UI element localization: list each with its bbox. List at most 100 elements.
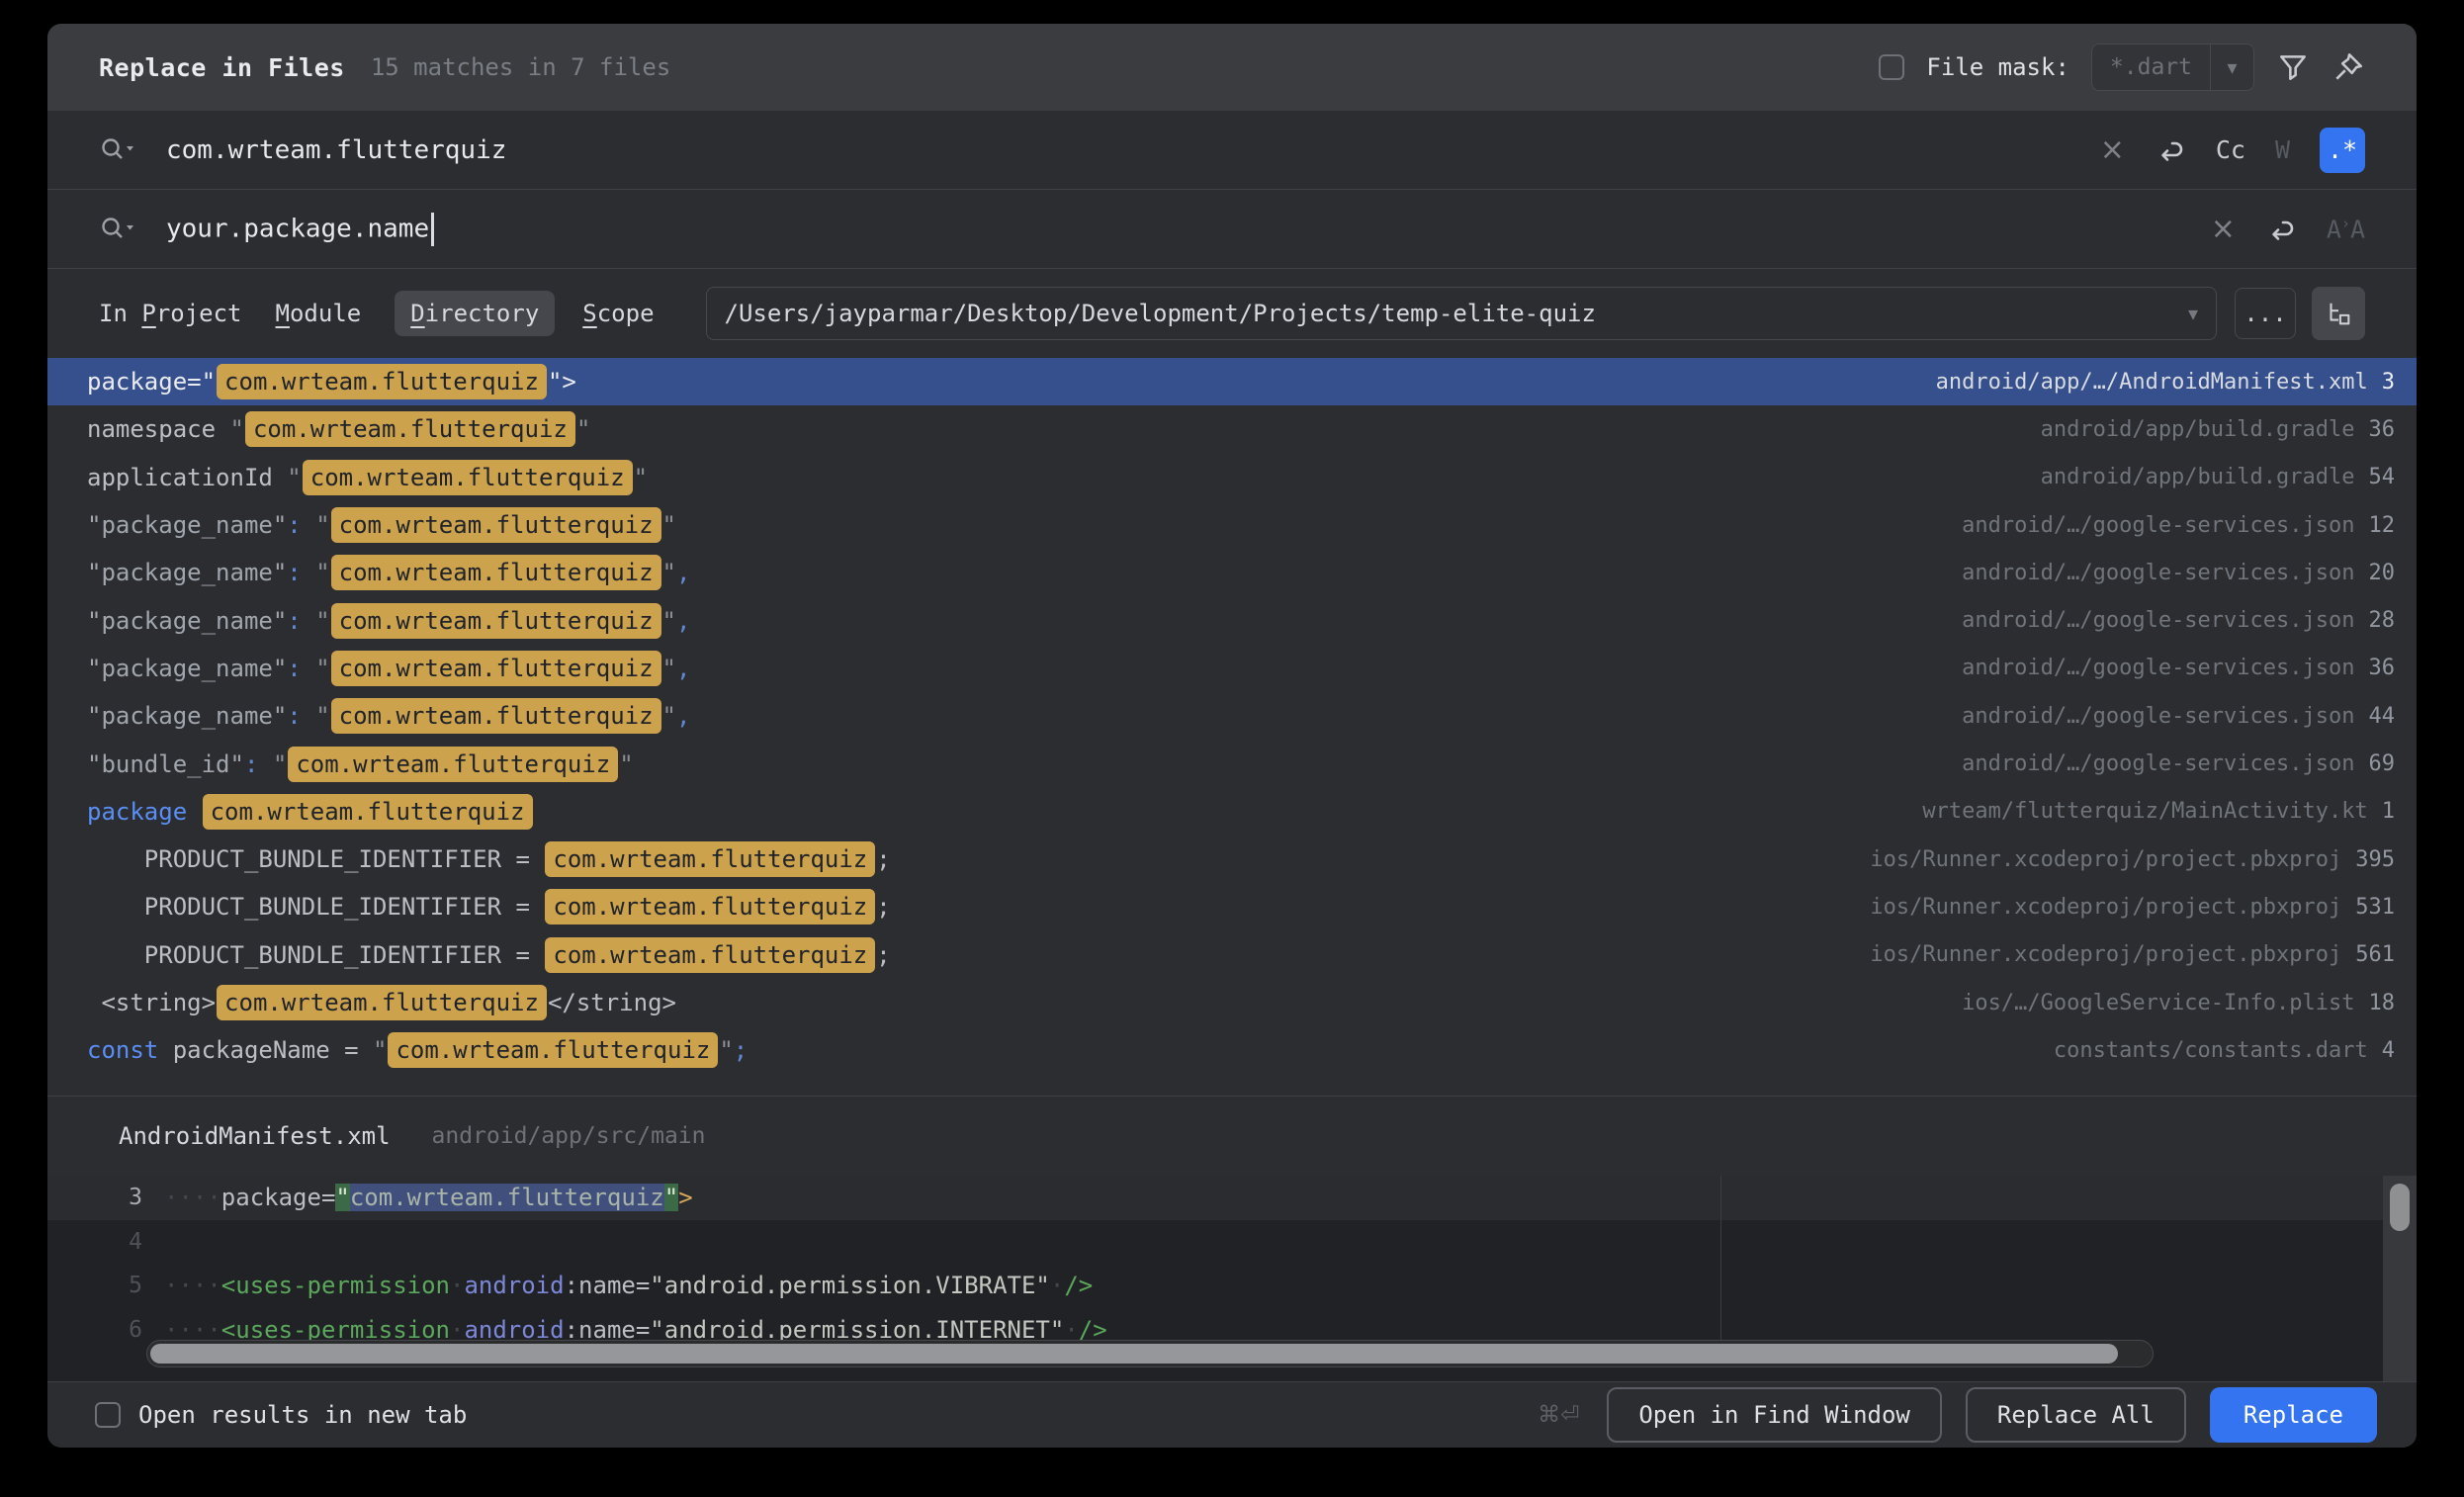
result-code: "package_name": "com.wrteam.flutterquiz"… [87, 559, 690, 586]
search-field-row[interactable]: com.wrteam.flutterquiz × Cc W .* [47, 111, 2417, 190]
result-code: PRODUCT_BUNDLE_IDENTIFIER = com.wrteam.f… [87, 845, 891, 873]
file-mask-combo[interactable]: *.dart ▾ [2091, 44, 2254, 91]
code-text: ····<uses-permission·android:name="andro… [142, 1264, 1093, 1308]
result-row[interactable]: "package_name": "com.wrteam.flutterquiz"… [47, 501, 2417, 549]
result-location: android/…/google-services.json36 [1962, 656, 2395, 680]
result-row[interactable]: PRODUCT_BUNDLE_IDENTIFIER = com.wrteam.f… [47, 931, 2417, 979]
result-code: <string>com.wrteam.flutterquiz</string> [87, 989, 676, 1016]
code-line[interactable]: 3····package="com.wrteam.flutterquiz"> [47, 1176, 2417, 1220]
regex-toggle[interactable]: .* [2320, 128, 2365, 173]
result-location: android/…/google-services.json69 [1962, 751, 2395, 776]
match-case-toggle[interactable]: Cc [2216, 135, 2245, 164]
result-row[interactable]: PRODUCT_BUNDLE_IDENTIFIER = com.wrteam.f… [47, 836, 2417, 883]
result-location: ios/Runner.xcodeproj/project.pbxproj561 [1870, 942, 2395, 967]
result-location: android/…/google-services.json44 [1962, 704, 2395, 729]
scope-mode-directory[interactable]: Directory [395, 291, 555, 336]
result-row[interactable]: "bundle_id": "com.wrteam.flutterquiz" and… [47, 740, 2417, 787]
line-number: 6 [47, 1308, 142, 1353]
vertical-scrollbar-thumb[interactable] [2390, 1184, 2410, 1231]
code-text [142, 1220, 164, 1265]
result-row[interactable]: "package_name": "com.wrteam.flutterquiz"… [47, 645, 2417, 692]
result-code: const packageName = "com.wrteam.flutterq… [87, 1036, 748, 1064]
result-code: "package_name": "com.wrteam.flutterquiz" [87, 511, 676, 539]
scope-mode-project[interactable]: In Project [99, 300, 242, 327]
open-results-label: Open results in new tab [138, 1401, 467, 1429]
result-row[interactable]: <string>com.wrteam.flutterquiz</string> i… [47, 979, 2417, 1026]
result-code: "package_name": "com.wrteam.flutterquiz"… [87, 607, 690, 635]
replace-search-icon[interactable] [99, 213, 138, 246]
footer-bar: Open results in new tab ⌘⏎ Open in Find … [47, 1382, 2417, 1448]
open-results-checkbox[interactable] [95, 1402, 121, 1428]
filter-icon[interactable] [2276, 50, 2310, 84]
preview-header: AndroidManifest.xml android/app/src/main [47, 1097, 2417, 1176]
scope-mode-module[interactable]: Module [276, 300, 362, 327]
preview-editor[interactable]: 3····package="com.wrteam.flutterquiz">45… [47, 1176, 2417, 1381]
result-row[interactable]: applicationId "com.wrteam.flutterquiz" an… [47, 454, 2417, 501]
project-structure-icon[interactable] [2312, 287, 2365, 340]
preview-filepath: android/app/src/main [432, 1123, 706, 1149]
result-location: android/app/build.gradle36 [2041, 417, 2395, 442]
result-location: ios/…/GoogleService-Info.plist18 [1962, 991, 2395, 1015]
result-row[interactable]: package="com.wrteam.flutterquiz">android… [47, 358, 2417, 405]
result-location: ios/Runner.xcodeproj/project.pbxproj395 [1870, 847, 2395, 872]
horizontal-scrollbar-thumb[interactable] [150, 1344, 2118, 1364]
line-number: 3 [47, 1176, 142, 1220]
result-code: applicationId "com.wrteam.flutterquiz" [87, 464, 648, 491]
result-code: package com.wrteam.flutterquiz [87, 798, 534, 826]
scope-mode-scope[interactable]: Scope [582, 300, 654, 327]
page-title: Replace in Files [99, 53, 345, 82]
clear-replace-icon[interactable]: × [2211, 215, 2236, 244]
directory-path: /Users/jayparmar/Desktop/Development/Pro… [725, 300, 2188, 327]
search-icon[interactable] [99, 133, 138, 167]
result-code: PRODUCT_BUNDLE_IDENTIFIER = com.wrteam.f… [87, 893, 891, 921]
directory-path-combo[interactable]: /Users/jayparmar/Desktop/Development/Pro… [706, 287, 2217, 340]
replace-newline-icon[interactable] [2265, 214, 2297, 245]
scope-row: In Project Module Directory Scope /Users/ja… [47, 269, 2417, 358]
code-line[interactable]: 5····<uses-permission·android:name="andr… [47, 1264, 2417, 1308]
browse-directory-button[interactable]: ... [2235, 288, 2296, 339]
newline-icon[interactable] [2155, 134, 2186, 166]
replace-all-button[interactable]: Replace All [1966, 1387, 2186, 1443]
result-row[interactable]: const packageName = "com.wrteam.flutterq… [47, 1026, 2417, 1074]
result-code: PRODUCT_BUNDLE_IDENTIFIER = com.wrteam.f… [87, 941, 891, 969]
line-number: 4 [47, 1220, 142, 1265]
replace-input[interactable]: your.package.name [166, 213, 434, 246]
clear-search-icon[interactable]: × [2100, 135, 2125, 165]
result-location: wrteam/flutterquiz/MainActivity.kt1 [1922, 799, 2395, 824]
result-row[interactable]: "package_name": "com.wrteam.flutterquiz"… [47, 692, 2417, 740]
results-list: package="com.wrteam.flutterquiz">android… [47, 358, 2417, 1074]
code-line[interactable]: 4 [47, 1220, 2417, 1265]
file-mask-value: *.dart [2092, 54, 2210, 80]
editor-margin-ruler [1720, 1176, 1721, 1340]
result-row[interactable]: "package_name": "com.wrteam.flutterquiz"… [47, 596, 2417, 644]
result-location: android/app/…/AndroidManifest.xml3 [1936, 370, 2395, 395]
words-toggle[interactable]: W [2275, 135, 2290, 164]
result-location: android/app/build.gradle54 [2041, 465, 2395, 489]
horizontal-scrollbar[interactable] [146, 1340, 2154, 1367]
code-text: ····package="com.wrteam.flutterquiz"> [142, 1176, 693, 1220]
result-code: "package_name": "com.wrteam.flutterquiz"… [87, 702, 690, 730]
result-row[interactable]: package com.wrteam.flutterquiz wrteam/flu… [47, 788, 2417, 836]
result-location: android/…/google-services.json28 [1962, 608, 2395, 633]
result-code: "package_name": "com.wrteam.flutterquiz"… [87, 655, 690, 682]
search-input[interactable]: com.wrteam.flutterquiz [166, 135, 506, 165]
result-code: "bundle_id": "com.wrteam.flutterquiz" [87, 750, 634, 778]
pin-icon[interactable] [2332, 50, 2365, 84]
replace-button[interactable]: Replace [2210, 1387, 2377, 1443]
line-number: 5 [47, 1264, 142, 1308]
result-row[interactable]: "package_name": "com.wrteam.flutterquiz"… [47, 549, 2417, 596]
file-mask-label: File mask: [1926, 53, 2069, 81]
replace-field-row[interactable]: your.package.name × A›A [47, 190, 2417, 269]
open-in-find-window-button[interactable]: Open in Find Window [1607, 1387, 1942, 1443]
file-mask-checkbox[interactable] [1879, 54, 1904, 80]
chevron-down-icon[interactable]: ▾ [2188, 302, 2198, 325]
result-row[interactable]: namespace "com.wrteam.flutterquiz" androi… [47, 405, 2417, 453]
result-location: android/…/google-services.json20 [1962, 561, 2395, 585]
text-caret [431, 213, 434, 246]
result-code: namespace "com.wrteam.flutterquiz" [87, 415, 590, 443]
preserve-case-toggle[interactable]: A›A [2327, 215, 2365, 243]
vertical-scrollbar[interactable] [2383, 1176, 2417, 1381]
result-row[interactable]: PRODUCT_BUNDLE_IDENTIFIER = com.wrteam.f… [47, 883, 2417, 930]
result-location: android/…/google-services.json12 [1962, 513, 2395, 538]
result-location: constants/constants.dart4 [2054, 1038, 2395, 1063]
